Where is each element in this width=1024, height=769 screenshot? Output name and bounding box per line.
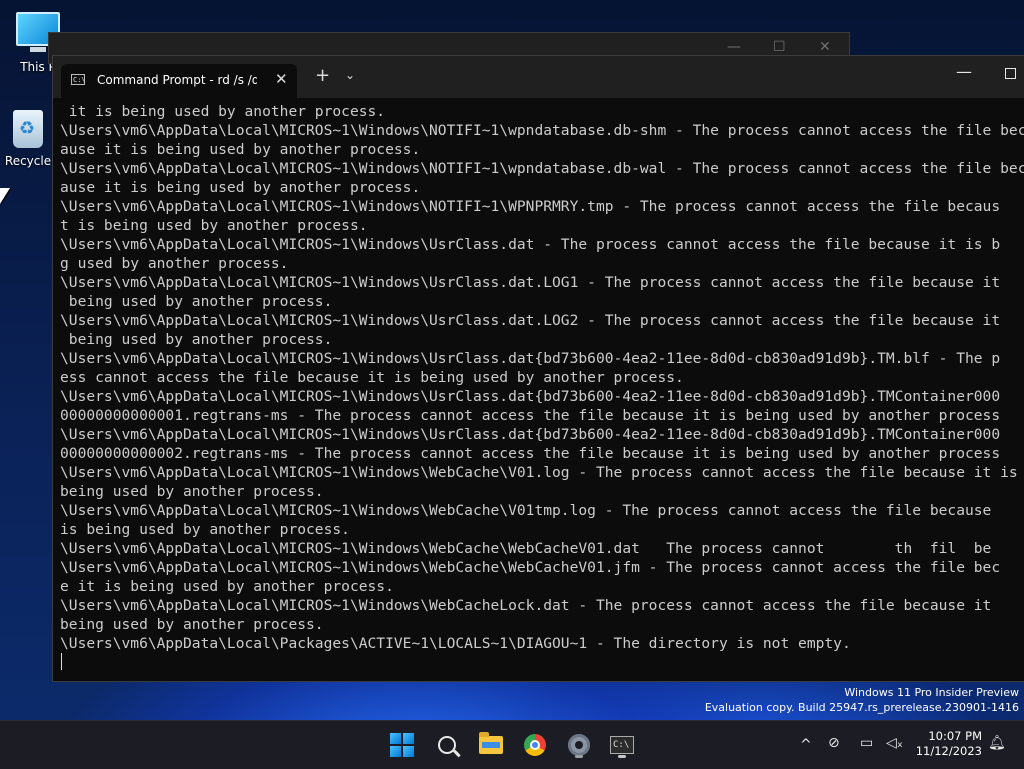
network-off-icon[interactable]: ⊘ [828,735,840,751]
terminal-icon: C:\ [610,736,634,754]
console-output[interactable]: it is being used by another process. \Use… [60,102,1024,681]
tab-title: Command Prompt - rd /s /q : [97,73,257,87]
console-line: \Users\vm6\AppData\Local\MICROS~1\Window… [60,198,1001,215]
evaluation-watermark: Windows 11 Pro Insider Preview Evaluatio… [705,685,1019,715]
console-line: it is being used by another process. [60,103,386,120]
console-line: ause it is being used by another process… [60,141,421,158]
desktop: This P Recycle — ☐ ✕ C:\ Command Prompt … [0,0,1024,720]
search-icon [438,736,456,754]
console-line: being used by another process. [60,331,333,348]
display-icon[interactable]: ▭ [860,735,873,751]
console-line: \Users\vm6\AppData\Local\MICROS~1\Window… [60,597,992,614]
watermark-line: Windows 11 Pro Insider Preview [844,686,1019,699]
console-line: \Users\vm6\AppData\Local\MICROS~1\Window… [60,160,1024,177]
console-line: ause it is being used by another process… [60,179,421,196]
console-line: \Users\vm6\AppData\Local\MICROS~1\Window… [60,274,1001,291]
desktop-icon-recycle-bin[interactable]: Recycle [0,110,60,168]
tab-command-prompt[interactable]: C:\ Command Prompt - rd /s /q : ✕ [61,64,297,98]
notification-bell-icon[interactable]: 🔔︎ [988,735,1006,751]
console-line: \Users\vm6\AppData\Local\MICROS~1\Window… [60,426,1001,443]
start-button[interactable] [385,729,419,761]
console-line: \Users\vm6\AppData\Local\MICROS~1\Window… [60,502,992,519]
maximize-icon: ☐ [773,39,786,55]
console-line: t is being used by another process. [60,217,368,234]
tab-close-icon[interactable]: ✕ [275,70,288,88]
console-line: \Users\vm6\AppData\Local\Packages\ACTIVE… [60,635,851,652]
new-tab-button[interactable]: + [315,67,330,85]
clock[interactable]: 10:07 PM 11/12/2023 [912,729,982,759]
console-line: e it is being used by another process. [60,578,394,595]
chevron-down-icon[interactable]: ⌄ [345,68,355,82]
close-icon: ✕ [819,39,831,55]
console-line: \Users\vm6\AppData\Local\MICROS~1\Window… [60,236,1001,253]
running-indicator [575,755,583,758]
cmd-icon: C:\ [71,74,86,85]
search-button[interactable] [430,729,464,761]
file-explorer-button[interactable] [474,729,508,761]
console-line: \Users\vm6\AppData\Local\MICROS~1\Window… [60,559,1001,576]
tab-bar: C:\ Command Prompt - rd /s /q : ✕ + ⌄ — [53,56,1024,98]
windows-logo-icon [390,733,414,757]
taskbar: C:\ ^ ⊘ ▭ ◁ₓ 10:07 PM 11/12/2023 🔔︎ [0,720,1024,769]
console-line: \Users\vm6\AppData\Local\MICROS~1\Window… [60,388,1001,405]
console-prompt-line[interactable] [60,653,1024,672]
console-line: 00000000000002.regtrans-ms - The process… [60,445,1001,462]
minimize-icon: — [727,39,741,55]
console-line: being used by another process. [60,483,324,500]
maximize-button[interactable] [1005,68,1016,79]
volume-muted-icon[interactable]: ◁ₓ [886,735,903,751]
settings-button[interactable] [562,729,596,761]
chrome-button[interactable] [518,729,552,761]
desktop-icon-label: Recycle [4,154,52,168]
mouse-cursor-icon [0,188,10,204]
text-caret [61,653,62,670]
folder-icon [479,732,503,754]
console-line: \Users\vm6\AppData\Local\MICROS~1\Window… [60,540,992,557]
running-indicator [618,755,626,758]
clock-time: 10:07 PM [928,729,982,743]
gear-icon [568,734,590,756]
console-line: \Users\vm6\AppData\Local\MICROS~1\Window… [60,464,1018,481]
console-line: \Users\vm6\AppData\Local\MICROS~1\Window… [60,122,1024,139]
console-line: 00000000000001.regtrans-ms - The process… [60,407,1001,424]
watermark-line: Evaluation copy. Build 25947.rs_prerelea… [704,701,1019,714]
chrome-icon [524,734,546,756]
console-line: being used by another process. [60,293,333,310]
console-line: being used by another process. [60,616,324,633]
console-line: ess cannot access the file because it is… [60,369,684,386]
recycle-bin-icon [13,110,43,148]
chevron-up-icon[interactable]: ^ [800,737,812,753]
console-line: g used by another process. [60,255,289,272]
minimize-button[interactable]: — [956,62,972,81]
terminal-window[interactable]: C:\ Command Prompt - rd /s /q : ✕ + ⌄ — … [52,55,1024,682]
console-line: \Users\vm6\AppData\Local\MICROS~1\Window… [60,350,1001,367]
console-line: is being used by another process. [60,521,350,538]
terminal-button[interactable]: C:\ [605,729,639,761]
clock-date: 11/12/2023 [915,744,982,758]
console-line: \Users\vm6\AppData\Local\MICROS~1\Window… [60,312,1001,329]
